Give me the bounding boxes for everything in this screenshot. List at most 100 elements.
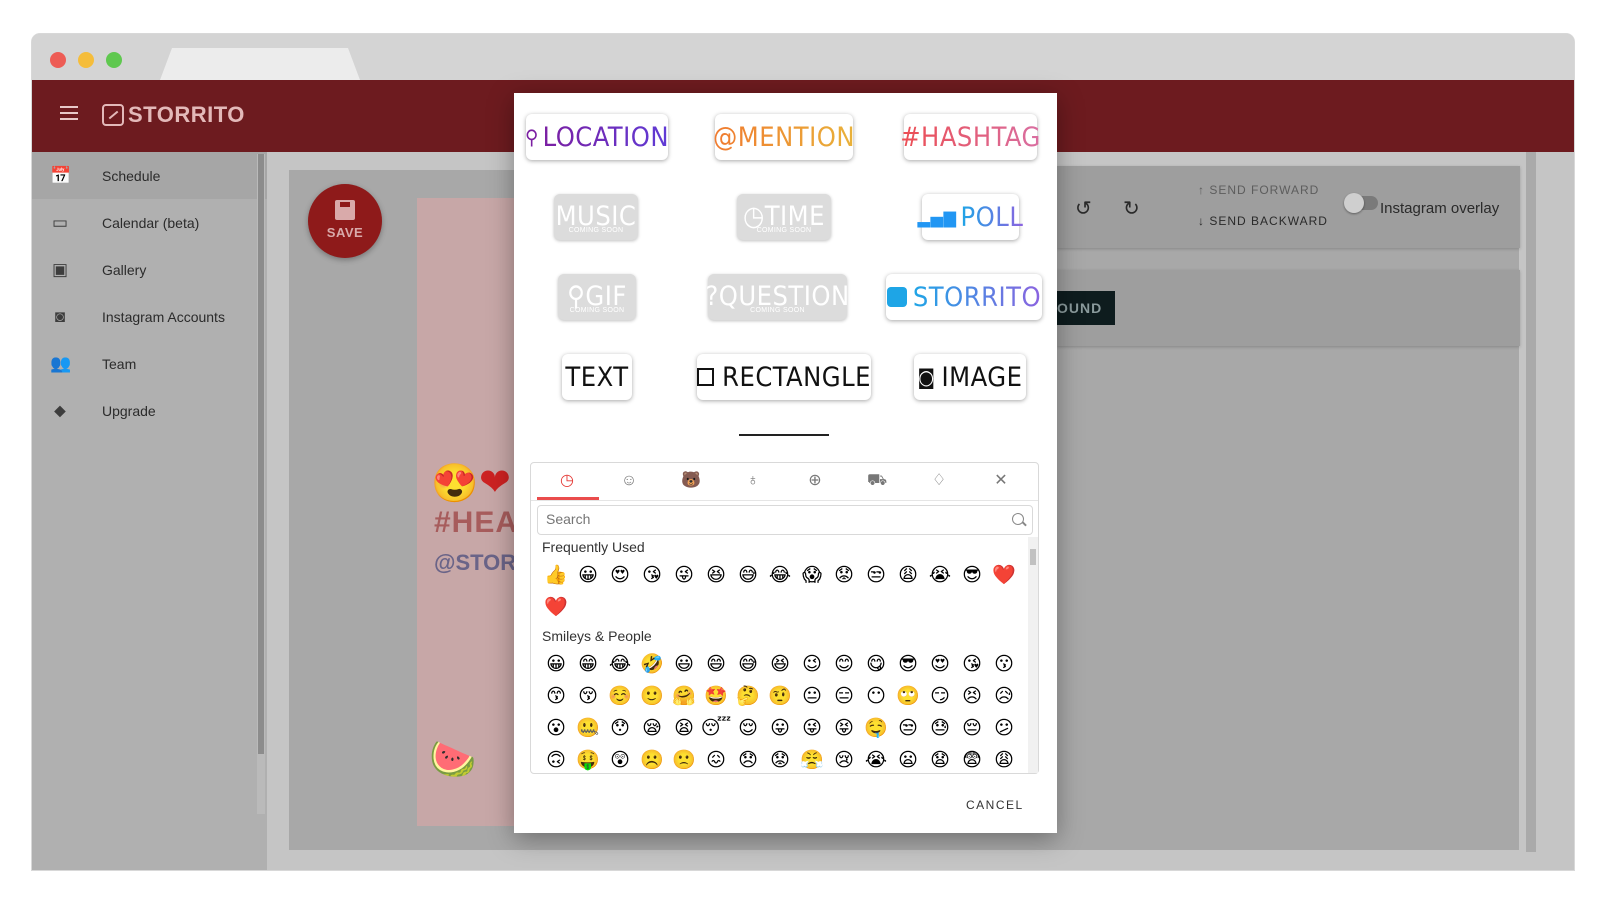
sidebar-item-gallery[interactable]: ▣ Gallery: [32, 246, 267, 293]
location-sticker-button[interactable]: ⚲ LOCATION: [525, 114, 669, 160]
emoji-item[interactable]: 😩: [892, 559, 924, 591]
activity-ball-icon[interactable]: ⊕: [805, 471, 825, 491]
rectangle-sticker-button[interactable]: RECTANGLE: [697, 354, 871, 400]
emoji-item[interactable]: 😕: [988, 712, 1020, 744]
emoji-item[interactable]: 😆: [764, 648, 796, 680]
emoji-item[interactable]: 😄: [700, 648, 732, 680]
recent-clock-icon[interactable]: ◷: [557, 471, 577, 491]
emoji-item[interactable]: 😶: [860, 680, 892, 712]
emoji-item[interactable]: 😃: [668, 648, 700, 680]
emoji-item[interactable]: 😘: [956, 648, 988, 680]
app-logo[interactable]: STORRITO: [102, 102, 245, 128]
emoji-item[interactable]: 😋: [860, 648, 892, 680]
emoji-item[interactable]: 😜: [796, 712, 828, 744]
emoji-item[interactable]: 🤩: [700, 680, 732, 712]
emoji-item[interactable]: 🤑: [572, 744, 604, 776]
text-sticker-button[interactable]: TEXT: [562, 354, 632, 400]
emoji-item[interactable]: 😫: [668, 712, 700, 744]
maximize-window-icon[interactable]: [106, 52, 122, 68]
cancel-button[interactable]: CANCEL: [966, 798, 1024, 812]
emoji-item[interactable]: 😟: [764, 744, 796, 776]
emoji-item[interactable]: 😝: [828, 712, 860, 744]
emoji-item[interactable]: 😜: [668, 559, 700, 591]
background-button[interactable]: OUND: [1057, 291, 1115, 325]
emoji-scrollbar[interactable]: [1028, 537, 1038, 773]
emoji-item[interactable]: 😌: [732, 712, 764, 744]
emoji-item[interactable]: 🙁: [668, 744, 700, 776]
emoji-item[interactable]: 😎: [892, 648, 924, 680]
emoji-item[interactable]: ☹️: [636, 744, 668, 776]
emoji-item[interactable]: 🤨: [764, 680, 796, 712]
emoji-item[interactable]: 🤔: [732, 680, 764, 712]
emoji-search-field[interactable]: [537, 505, 1033, 535]
emoji-item[interactable]: 😒: [860, 559, 892, 591]
emoji-item[interactable]: 😪: [636, 712, 668, 744]
sidebar-item-instagram-accounts[interactable]: ◙ Instagram Accounts: [32, 293, 267, 340]
emoji-item[interactable]: 😨: [956, 744, 988, 776]
emoji-item[interactable]: 😦: [892, 744, 924, 776]
emoji-item[interactable]: 😙: [540, 680, 572, 712]
animal-icon[interactable]: 🐻: [681, 471, 701, 491]
emoji-item[interactable]: 😯: [604, 712, 636, 744]
emoji-item[interactable]: 😱: [796, 559, 828, 591]
emoji-item[interactable]: 😉: [796, 648, 828, 680]
hamburger-menu-icon[interactable]: [60, 106, 78, 120]
story-preview-canvas[interactable]: 😍 ❤ #HEALT @STORRIT 🍉: [417, 198, 553, 826]
emoji-item[interactable]: 😀: [540, 648, 572, 680]
emoji-item[interactable]: 😂: [604, 648, 636, 680]
emoji-item[interactable]: 😖: [700, 744, 732, 776]
emoji-item[interactable]: ❤️: [540, 591, 572, 623]
emoji-item[interactable]: ☺️: [604, 680, 636, 712]
emoji-item[interactable]: 😛: [764, 712, 796, 744]
minimize-window-icon[interactable]: [78, 52, 94, 68]
emoji-item[interactable]: 😧: [924, 744, 956, 776]
food-apple-icon[interactable]: ♁: [743, 471, 763, 491]
emoji-item[interactable]: 🙃: [540, 744, 572, 776]
sidebar-item-team[interactable]: 👥 Team: [32, 340, 267, 387]
emoji-item[interactable]: 🤣: [636, 648, 668, 680]
mention-sticker-button[interactable]: @MENTION: [713, 114, 855, 160]
emoji-item[interactable]: 😐: [796, 680, 828, 712]
browser-tab[interactable]: [160, 48, 360, 80]
red-heart-sticker-icon[interactable]: ❤: [479, 460, 511, 505]
emoji-item[interactable]: 😆: [700, 559, 732, 591]
objects-bulb-icon[interactable]: ♢: [929, 471, 949, 491]
emoji-item[interactable]: 👍: [540, 559, 572, 591]
storrito-sticker-button[interactable]: STORRITO: [886, 274, 1042, 320]
sidebar-item-calendar[interactable]: ▭ Calendar (beta): [32, 199, 267, 246]
emoji-item[interactable]: 🤤: [860, 712, 892, 744]
emoji-item[interactable]: 😣: [956, 680, 988, 712]
emoji-item[interactable]: 😍: [924, 648, 956, 680]
poll-sticker-button[interactable]: ▂▄▆ POLL: [918, 194, 1023, 240]
emoji-item[interactable]: 😭: [860, 744, 892, 776]
emoji-item[interactable]: 😊: [828, 648, 860, 680]
emoji-item[interactable]: 🙂: [636, 680, 668, 712]
rotate-right-icon[interactable]: ↻: [1123, 196, 1140, 221]
emoji-item[interactable]: 😭: [924, 559, 956, 591]
emoji-item[interactable]: 😒: [892, 712, 924, 744]
send-forward-button[interactable]: ↑ SEND FORWARD: [1198, 183, 1319, 197]
sidebar-item-upgrade[interactable]: ⬥ Upgrade: [32, 387, 267, 434]
emoji-item[interactable]: 😂: [764, 559, 796, 591]
emoji-search-input[interactable]: [546, 506, 1006, 532]
emoji-item[interactable]: 😴: [700, 712, 732, 744]
emoji-item[interactable]: 😮: [540, 712, 572, 744]
emoji-item[interactable]: 😅: [732, 559, 764, 591]
heart-eyes-sticker-icon[interactable]: 😍: [431, 462, 478, 506]
emoji-item[interactable]: 😏: [924, 680, 956, 712]
emoji-item[interactable]: 🤐: [572, 712, 604, 744]
instagram-overlay-toggle[interactable]: [1344, 193, 1378, 213]
page-scrollbar[interactable]: [1526, 152, 1536, 852]
emoji-item[interactable]: 😓: [924, 712, 956, 744]
emoji-item[interactable]: 😩: [988, 744, 1020, 776]
save-button[interactable]: SAVE: [308, 184, 382, 258]
travel-car-icon[interactable]: ⛟: [867, 471, 887, 491]
emoji-item[interactable]: 😥: [988, 680, 1020, 712]
emoji-item[interactable]: 😟: [828, 559, 860, 591]
emoji-item[interactable]: 🤗: [668, 680, 700, 712]
close-window-icon[interactable]: [50, 52, 66, 68]
symbols-icon[interactable]: ✕: [991, 471, 1011, 491]
emoji-item[interactable]: 😁: [572, 648, 604, 680]
emoji-item[interactable]: 😅: [732, 648, 764, 680]
image-sticker-button[interactable]: ◙ IMAGE: [914, 354, 1026, 400]
